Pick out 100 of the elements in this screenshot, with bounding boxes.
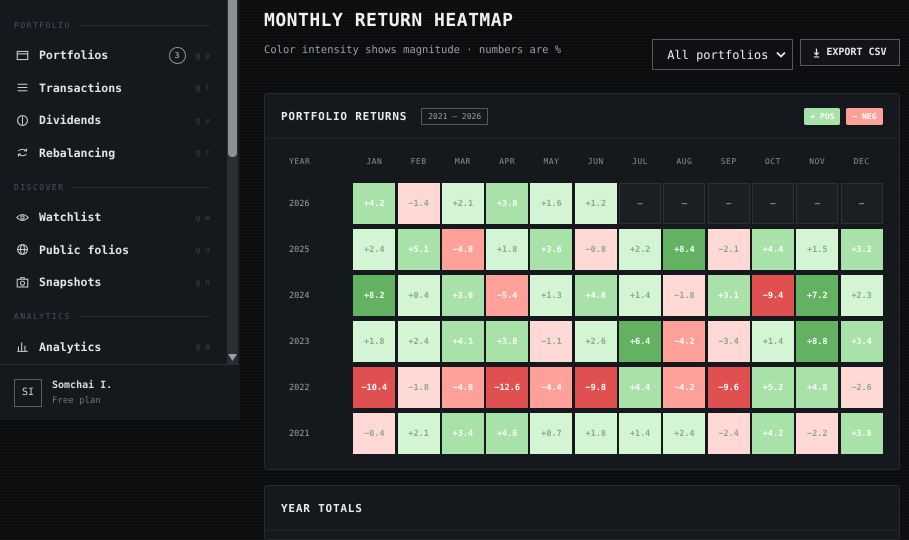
legend-chip: + POS bbox=[804, 108, 840, 124]
column-header: JAN bbox=[365, 156, 384, 168]
card-icon bbox=[16, 48, 29, 62]
user-name: Somchai I. bbox=[52, 380, 112, 391]
heatmap-cell: +2.2 bbox=[619, 229, 662, 270]
user-plan: Free plan bbox=[52, 396, 102, 406]
heatmap-cell: −4.2 bbox=[663, 321, 706, 362]
heatmap-cell: +1.8 bbox=[486, 229, 528, 270]
heatmap-cell: −4.4 bbox=[530, 367, 572, 408]
column-header: MAR bbox=[454, 156, 472, 168]
heatmap-cell: +1.4 bbox=[619, 275, 662, 316]
heatmap-cell: +1.2 bbox=[574, 183, 617, 224]
nav-label: Rebalancing bbox=[39, 146, 116, 160]
heatmap-cell: +1.4 bbox=[752, 321, 794, 362]
heatmap-cell: +2.4 bbox=[353, 229, 396, 270]
globe-icon bbox=[16, 243, 29, 256]
export-button[interactable]: EXPORT CSV bbox=[800, 39, 900, 66]
nav-label: Portfolios bbox=[39, 48, 110, 62]
heatmap-cell: +3.8 bbox=[840, 413, 883, 454]
heatmap-cell: −1.4 bbox=[398, 183, 440, 224]
nav-label: Snapshots bbox=[39, 275, 102, 290]
heatmap-cell: −3.4 bbox=[708, 321, 750, 362]
nav-label: Dividends bbox=[39, 113, 102, 128]
portfolio-select[interactable]: All portfolios bbox=[652, 39, 794, 70]
page-title: MONTHLY RETURN HEATMAP bbox=[264, 10, 514, 31]
download-icon bbox=[813, 48, 820, 58]
count-badge: 3 bbox=[168, 46, 186, 64]
heatmap-cell: – bbox=[840, 183, 883, 224]
heatmap-cell: +0.7 bbox=[530, 413, 572, 454]
section-heading: PORTFOLIO bbox=[14, 20, 71, 30]
heatmap-cell: – bbox=[796, 183, 838, 224]
heatmap-cell: −2.4 bbox=[708, 413, 750, 454]
heatmap-cell: −1.8 bbox=[663, 275, 706, 316]
heatmap-cell: +5.2 bbox=[752, 367, 794, 408]
nav-label: Public folios bbox=[39, 242, 130, 257]
legend-chip: − NEG bbox=[846, 108, 883, 124]
bar-chart-icon bbox=[16, 340, 29, 354]
camera-icon bbox=[16, 276, 29, 289]
heatmap-cell: +4.8 bbox=[796, 367, 838, 408]
heatmap-cell: +0.4 bbox=[398, 275, 440, 316]
card-title: YEAR TOTALS bbox=[281, 502, 363, 514]
heatmap-cell: +1.8 bbox=[353, 321, 396, 362]
heatmap-cell: −10.4 bbox=[353, 367, 396, 408]
column-header: YEAR bbox=[289, 156, 312, 168]
scrollbar[interactable] bbox=[227, 0, 238, 365]
refresh-icon bbox=[16, 146, 29, 160]
heatmap-cell: −4.8 bbox=[442, 229, 484, 270]
heatmap-cell: −1.1 bbox=[530, 321, 572, 362]
heatmap-cell: – bbox=[708, 183, 750, 224]
heatmap-cell: +4.8 bbox=[574, 275, 617, 316]
section-heading: DISCOVER bbox=[14, 182, 65, 192]
column-header: AUG bbox=[675, 156, 694, 168]
heatmap-cell: +8.2 bbox=[353, 275, 396, 316]
heatmap-cell: – bbox=[752, 183, 794, 224]
heatmap-cell: −0.4 bbox=[353, 413, 396, 454]
heatmap-cell: +3.2 bbox=[840, 229, 883, 270]
section-heading: ANALYTICS bbox=[14, 312, 71, 321]
heatmap-cell: +1.8 bbox=[574, 413, 617, 454]
column-header: DEC bbox=[852, 156, 871, 168]
heatmap-cell: +1.5 bbox=[796, 229, 838, 270]
heatmap-cell: +2.1 bbox=[442, 183, 484, 224]
heatmap-cell: +3.6 bbox=[530, 229, 572, 270]
heatmap-cell: +7.2 bbox=[796, 275, 838, 316]
heatmap-cell: +3.8 bbox=[486, 321, 528, 362]
heatmap-cell: +5.1 bbox=[398, 229, 440, 270]
heatmap-cell: −1.8 bbox=[398, 367, 440, 408]
heatmap-cell: +4.2 bbox=[353, 183, 396, 224]
heatmap-cell: −2.2 bbox=[796, 413, 838, 454]
heatmap-cell: +4.6 bbox=[486, 413, 528, 454]
year-label: 2023 bbox=[289, 336, 310, 346]
heatmap-cell: – bbox=[619, 183, 662, 224]
year-label: 2026 bbox=[289, 198, 310, 208]
coin-icon bbox=[16, 114, 29, 127]
heatmap-cell: +3.4 bbox=[442, 413, 484, 454]
year-label: 2021 bbox=[289, 428, 310, 438]
heatmap-cell: – bbox=[663, 183, 706, 224]
heatmap-cell: +3.8 bbox=[486, 183, 528, 224]
column-header: JUL bbox=[631, 156, 650, 168]
heatmap-cell: −2.1 bbox=[708, 229, 750, 270]
heatmap-cell: +8.4 bbox=[663, 229, 706, 270]
heatmap-cell: −2.6 bbox=[840, 367, 883, 408]
column-header: FEB bbox=[410, 156, 428, 168]
card-title: PORTFOLIO RETURNS bbox=[281, 110, 408, 122]
nav-label: Transactions bbox=[39, 80, 124, 95]
year-label: 2022 bbox=[289, 382, 310, 392]
heatmap-cell: −12.6 bbox=[486, 367, 528, 408]
heatmap-cell: +6.4 bbox=[619, 321, 662, 362]
heatmap-cell: +3.1 bbox=[708, 275, 750, 316]
heatmap-cell: −4.8 bbox=[442, 367, 484, 408]
column-header: NOV bbox=[808, 156, 826, 168]
heatmap-cell: +1.6 bbox=[530, 183, 572, 224]
year-label: 2025 bbox=[289, 244, 310, 254]
heatmap-cell: −0.8 bbox=[574, 229, 617, 270]
scroll-down-icon[interactable] bbox=[228, 354, 237, 361]
heatmap-cell: +3.4 bbox=[840, 321, 883, 362]
heatmap-cell: +2.4 bbox=[398, 321, 440, 362]
list-icon bbox=[16, 81, 29, 94]
column-header: SEP bbox=[720, 156, 738, 168]
year-range-badge: 2021 – 2026 bbox=[421, 108, 488, 124]
heatmap-cell: +3.6 bbox=[442, 275, 484, 316]
